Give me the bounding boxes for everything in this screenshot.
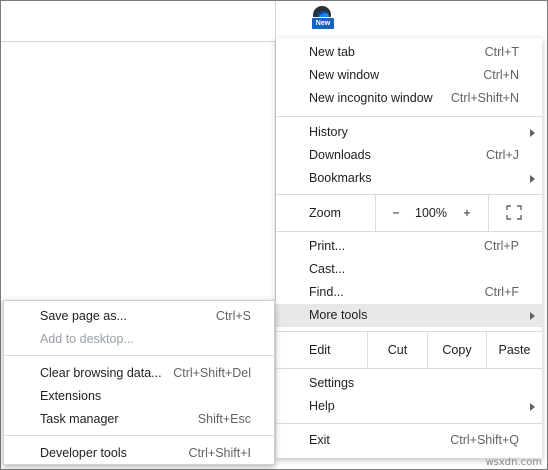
chevron-right-icon xyxy=(530,312,535,320)
paste-button[interactable]: Paste xyxy=(487,332,542,368)
divider xyxy=(375,195,376,231)
zoom-label: Zoom xyxy=(309,206,341,220)
menu-separator xyxy=(4,435,274,436)
menu-item-history[interactable]: History xyxy=(276,121,542,144)
menu-separator xyxy=(4,355,274,356)
menu-item-label: Downloads xyxy=(309,148,371,162)
menu-item-bookmarks[interactable]: Bookmarks xyxy=(276,167,542,190)
submenu-item-save-page[interactable]: Save page as... Ctrl+S xyxy=(4,305,274,328)
menu-item-label: Find... xyxy=(309,285,344,299)
menu-separator xyxy=(276,116,542,117)
menu-item-shortcut: Ctrl+Shift+Q xyxy=(450,433,519,447)
new-badge: New xyxy=(311,17,335,30)
menu-item-settings[interactable]: Settings xyxy=(276,372,542,395)
chevron-right-icon xyxy=(530,175,535,183)
browser-toolbar-area xyxy=(1,1,275,42)
copy-button[interactable]: Copy xyxy=(428,332,486,368)
menu-item-label: Task manager xyxy=(40,412,119,426)
menu-item-shortcut: Ctrl+S xyxy=(215,309,251,323)
cut-button[interactable]: Cut xyxy=(368,332,427,368)
menu-item-label: Settings xyxy=(309,376,355,390)
menu-item-new-window[interactable]: New window Ctrl+N xyxy=(276,64,542,87)
menu-item-shortcut: Shift+Esc xyxy=(197,412,251,426)
zoom-out-button[interactable]: − xyxy=(389,195,403,231)
menu-item-print[interactable]: Print... Ctrl+P xyxy=(276,235,542,258)
chevron-right-icon xyxy=(530,129,535,137)
menu-item-shortcut: Ctrl+F xyxy=(484,285,519,299)
menu-item-label: More tools xyxy=(309,308,368,322)
menu-item-label: Extensions xyxy=(40,389,102,403)
zoom-level: 100% xyxy=(415,206,447,220)
chrome-main-menu: New tab Ctrl+T New window Ctrl+N New inc… xyxy=(276,38,542,458)
menu-item-label: History xyxy=(309,125,348,139)
menu-separator xyxy=(276,423,542,424)
menu-item-shortcut: Ctrl+Shift+I xyxy=(188,446,251,460)
edit-label: Edit xyxy=(309,343,331,357)
menu-item-new-incognito-window[interactable]: New incognito window Ctrl+Shift+N xyxy=(276,87,542,110)
menu-item-shortcut: Ctrl+N xyxy=(483,68,519,82)
menu-item-shortcut: Ctrl+Shift+N xyxy=(450,91,519,105)
menu-item-help[interactable]: Help xyxy=(276,395,542,418)
submenu-item-developer-tools[interactable]: Developer tools Ctrl+Shift+I xyxy=(4,442,274,465)
submenu-item-clear-browsing-data[interactable]: Clear browsing data... Ctrl+Shift+Del xyxy=(4,362,274,385)
menu-item-label: Bookmarks xyxy=(309,171,372,185)
menu-item-more-tools[interactable]: More tools xyxy=(276,304,542,327)
submenu-item-add-to-desktop: Add to desktop... xyxy=(4,328,274,351)
menu-item-new-tab[interactable]: New tab Ctrl+T xyxy=(276,41,542,64)
submenu-item-extensions[interactable]: Extensions xyxy=(4,385,274,408)
menu-item-label: Print... xyxy=(309,239,346,253)
menu-separator xyxy=(276,368,542,369)
menu-item-find[interactable]: Find... Ctrl+F xyxy=(276,281,542,304)
menu-item-label: New window xyxy=(309,68,380,82)
zoom-controls: Zoom − 100% + xyxy=(276,195,542,231)
menu-item-shortcut: Ctrl+J xyxy=(486,148,519,162)
submenu-item-task-manager[interactable]: Task manager Shift+Esc xyxy=(4,408,274,431)
menu-item-label: Add to desktop... xyxy=(40,332,134,346)
divider xyxy=(488,195,489,231)
menu-item-label: Developer tools xyxy=(40,446,127,460)
menu-item-label: Help xyxy=(309,399,335,413)
zoom-in-button[interactable]: + xyxy=(460,195,474,231)
fullscreen-icon[interactable] xyxy=(506,205,522,220)
profile-avatar-button[interactable]: New xyxy=(311,6,335,30)
menu-item-label: Exit xyxy=(309,433,330,447)
menu-item-label: New incognito window xyxy=(309,91,433,105)
chevron-right-icon xyxy=(530,403,535,411)
menu-item-cast[interactable]: Cast... xyxy=(276,258,542,281)
menu-separator xyxy=(276,231,542,232)
menu-item-downloads[interactable]: Downloads Ctrl+J xyxy=(276,144,542,167)
watermark: wsxdn.com xyxy=(485,457,542,468)
menu-item-label: Save page as... xyxy=(40,309,127,323)
edit-controls: Edit Cut Copy Paste xyxy=(276,332,542,368)
menu-item-label: New tab xyxy=(309,45,355,59)
menu-item-shortcut: Ctrl+T xyxy=(484,45,519,59)
menu-item-shortcut: Ctrl+P xyxy=(483,239,519,253)
menu-item-label: Cast... xyxy=(309,262,346,276)
more-tools-submenu: Save page as... Ctrl+S Add to desktop...… xyxy=(3,300,275,465)
menu-item-shortcut: Ctrl+Shift+Del xyxy=(173,366,251,380)
menu-item-exit[interactable]: Exit Ctrl+Shift+Q xyxy=(276,429,542,452)
menu-item-label: Clear browsing data... xyxy=(40,366,162,380)
